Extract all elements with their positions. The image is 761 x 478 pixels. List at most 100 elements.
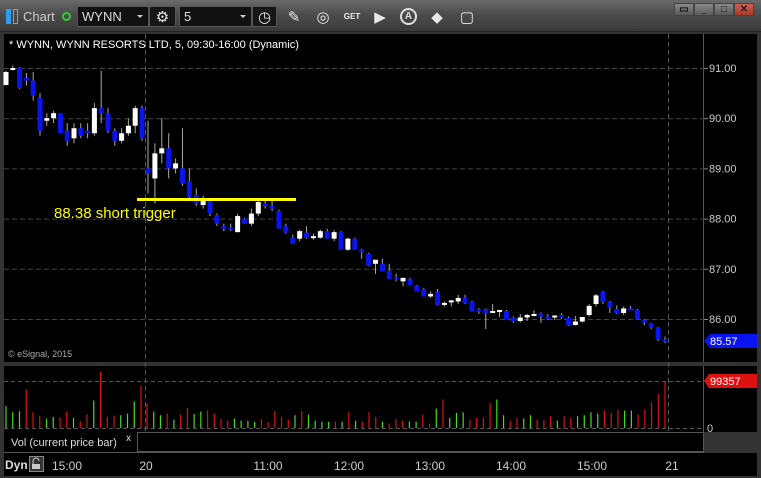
candle-body	[159, 148, 165, 154]
candle-body	[78, 128, 84, 136]
candle-body	[145, 168, 151, 174]
link-icon[interactable]: ◆	[428, 6, 446, 27]
symbol-input[interactable]: WYNN	[77, 6, 149, 27]
candle-body	[179, 168, 185, 184]
play-icon[interactable]: ▶	[371, 6, 389, 27]
candle-body	[483, 308, 489, 314]
candle	[503, 309, 509, 319]
volume-close-button[interactable]: x	[126, 433, 131, 444]
candle-body	[214, 215, 220, 224]
candle-body	[600, 291, 606, 302]
candle	[421, 287, 427, 297]
candle-body	[469, 301, 475, 311]
get-icon[interactable]: GET	[342, 6, 362, 27]
candle-body	[524, 314, 530, 318]
restore-menu-icon[interactable]: ▭	[674, 3, 694, 16]
candle-body	[324, 231, 330, 239]
candle-body	[276, 211, 282, 229]
chart-header: * WYNN, WYNN RESORTS LTD, 5, 09:30-16:00…	[9, 39, 299, 51]
candle-body	[414, 285, 420, 292]
candle-body	[297, 231, 303, 239]
candle-body	[393, 277, 399, 280]
candle-body	[255, 202, 261, 214]
candle-body	[641, 320, 647, 323]
lock-icon[interactable]	[29, 456, 44, 472]
trigger-annotation[interactable]: 88.38 short trigger	[54, 205, 176, 222]
close-icon[interactable]: ✕	[734, 3, 754, 16]
volume-zero-label: 0	[707, 423, 713, 435]
candle-body	[503, 310, 509, 319]
candle-body	[655, 327, 661, 340]
candle-body	[366, 253, 372, 266]
candle-body	[621, 308, 627, 313]
chevron-down-icon[interactable]	[137, 15, 143, 18]
dyn-button[interactable]: Dyn	[5, 458, 28, 472]
candle-body	[579, 316, 585, 322]
candle	[276, 209, 282, 229]
candle-body	[317, 231, 323, 238]
gear-icon[interactable]: ⚙	[149, 6, 176, 27]
candle-body	[338, 232, 344, 250]
svg-text:99357: 99357	[710, 376, 741, 388]
volume-pane[interactable]	[4, 366, 704, 432]
candle-body	[476, 308, 482, 312]
candle-body	[23, 78, 29, 81]
candle	[338, 231, 344, 250]
volume-legend[interactable]: Vol (current price bar)	[11, 437, 117, 449]
candle-body	[85, 130, 91, 134]
candle-body	[572, 321, 578, 326]
interval-value: 5	[184, 9, 192, 24]
candle-body	[152, 153, 158, 179]
candle	[3, 70, 9, 86]
price-pane[interactable]	[4, 34, 704, 362]
candle-body	[173, 163, 179, 169]
time-tick-label: 13:00	[415, 459, 445, 473]
interval-input[interactable]: 5	[179, 6, 252, 27]
candle-body	[186, 180, 192, 198]
candle	[345, 237, 351, 251]
candle-body	[290, 237, 296, 244]
time-tick-label: 15:00	[577, 459, 607, 473]
candle-body	[586, 305, 592, 315]
time-axis[interactable]	[4, 453, 757, 476]
candle-body	[331, 232, 337, 239]
candle-body	[634, 309, 640, 319]
candle-body	[30, 80, 36, 96]
candle-body	[51, 113, 57, 119]
study-icon[interactable]: ◎	[313, 6, 333, 27]
chevron-down-icon[interactable]	[240, 15, 246, 18]
candle-body	[662, 339, 668, 342]
candle-body	[64, 130, 70, 141]
candle-body	[352, 238, 358, 250]
candle	[37, 93, 43, 136]
candle	[57, 113, 63, 134]
candle-body	[490, 310, 496, 313]
chart-canvas[interactable]: 88.38 short trigger * WYNN, WYNN RESORTS…	[0, 0, 761, 478]
clock-icon[interactable]: ◷	[252, 6, 277, 27]
alert-icon[interactable]: A	[400, 8, 417, 25]
candle	[414, 284, 420, 292]
candle-body	[607, 301, 613, 308]
maximize-icon[interactable]: □	[714, 3, 734, 16]
candle-body	[545, 316, 551, 319]
price-axis[interactable]	[704, 34, 757, 362]
price-tick-label: 86.00	[709, 314, 737, 326]
candle	[634, 308, 640, 319]
layout-icon[interactable]	[5, 6, 19, 27]
price-tick-label: 89.00	[709, 163, 737, 175]
candle-body	[207, 200, 213, 214]
time-tick-label: 12:00	[334, 459, 364, 473]
minimize-icon[interactable]: _	[694, 3, 714, 16]
candle-body	[593, 295, 599, 304]
candle-body	[428, 293, 434, 297]
candle-body	[119, 133, 125, 141]
toolbar: Chart WYNN ⚙ 5 ◷ ✎ ◎ GET ▶ A ◆ ▢ ▭ _ □ ✕	[0, 0, 761, 32]
price-tick-label: 88.00	[709, 214, 737, 226]
comment-icon[interactable]: ▢	[458, 6, 476, 27]
candle-body	[17, 68, 23, 89]
time-tick-label: 20	[139, 459, 153, 473]
pencil-icon[interactable]: ✎	[285, 6, 303, 27]
window-title: Chart	[23, 9, 55, 24]
candle	[235, 213, 241, 233]
candle-body	[37, 98, 43, 131]
